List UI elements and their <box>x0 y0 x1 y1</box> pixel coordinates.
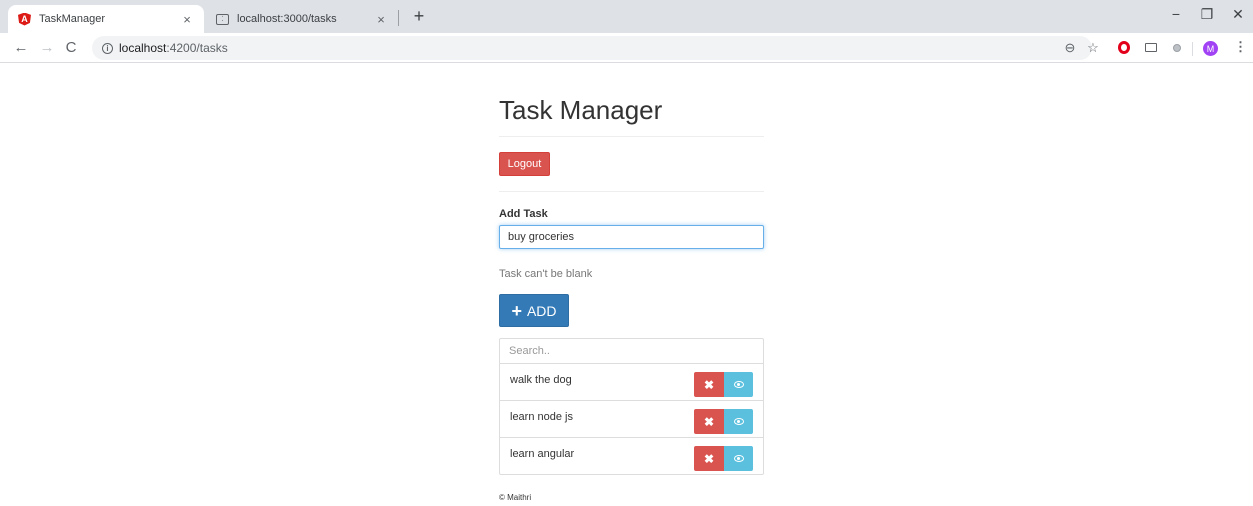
cast-icon[interactable] <box>1145 43 1157 52</box>
tab-taskmanager[interactable]: A TaskManager × <box>8 5 204 33</box>
add-task-button[interactable]: + ADD <box>499 294 569 327</box>
footer-copyright: © Maithri <box>499 493 532 502</box>
new-tab-button[interactable]: + <box>408 6 430 27</box>
tab-localhost-3000[interactable]: ⁚ localhost:3000/tasks × <box>206 5 398 33</box>
extension-icon[interactable] <box>1173 44 1181 52</box>
validation-error: Task can't be blank <box>499 268 593 280</box>
task-list: Search.. walk the dog ✖ learn node js ✖ … <box>499 338 764 475</box>
close-icon[interactable]: × <box>180 12 194 27</box>
toolbar-divider <box>1192 42 1193 56</box>
view-task-button[interactable] <box>724 372 753 397</box>
profile-avatar[interactable]: M <box>1203 41 1218 56</box>
tab-title: TaskManager <box>39 13 106 25</box>
reload-icon[interactable]: C <box>62 39 80 56</box>
site-icon: ⁚ <box>216 13 229 25</box>
browser-tabstrip: A TaskManager × ⁚ localhost:3000/tasks ×… <box>0 0 1253 33</box>
window-close-button[interactable]: ✕ <box>1228 6 1248 23</box>
back-icon[interactable]: ← <box>12 39 30 56</box>
zoom-icon[interactable]: ⊖ <box>1062 40 1078 56</box>
close-icon[interactable]: × <box>374 12 388 27</box>
angular-icon: A <box>18 12 31 26</box>
bookmark-star-icon[interactable]: ☆ <box>1085 40 1101 56</box>
delete-icon: ✖ <box>703 451 715 466</box>
search-input[interactable]: Search.. <box>500 339 763 364</box>
task-row: learn node js ✖ <box>500 401 763 438</box>
view-task-button[interactable] <box>724 409 753 434</box>
task-row: walk the dog ✖ <box>500 364 763 401</box>
tab-divider <box>398 10 399 26</box>
eye-icon <box>733 455 744 462</box>
delete-task-button[interactable]: ✖ <box>694 372 724 397</box>
forward-icon[interactable]: → <box>38 39 56 56</box>
tab-title: localhost:3000/tasks <box>237 13 337 25</box>
minimize-button[interactable]: − <box>1166 6 1186 22</box>
browser-toolbar: ← → C i localhost:4200/tasks ⊖ ☆ M ⋮ <box>0 33 1253 63</box>
divider <box>499 191 764 192</box>
task-row: learn angular ✖ <box>500 438 763 474</box>
menu-icon[interactable]: ⋮ <box>1234 39 1247 55</box>
delete-icon: ✖ <box>703 414 715 429</box>
divider <box>499 136 764 137</box>
delete-icon: ✖ <box>703 377 715 392</box>
eye-icon <box>733 418 744 425</box>
info-icon[interactable]: i <box>102 42 113 54</box>
delete-task-button[interactable]: ✖ <box>694 446 724 471</box>
add-task-label: Add Task <box>499 208 548 220</box>
logout-button[interactable]: Logout <box>499 152 550 176</box>
delete-task-button[interactable]: ✖ <box>694 409 724 434</box>
plus-icon: + <box>511 300 522 321</box>
view-task-button[interactable] <box>724 446 753 471</box>
page-title: Task Manager <box>499 95 663 125</box>
task-text: learn node js <box>510 411 573 423</box>
eye-icon <box>733 381 744 388</box>
address-bar[interactable]: i localhost:4200/tasks <box>92 36 1092 60</box>
url-path: :4200/tasks <box>166 41 228 55</box>
add-button-label: ADD <box>526 302 557 319</box>
task-text: walk the dog <box>510 374 572 386</box>
task-input[interactable]: buy groceries <box>499 225 764 249</box>
task-text: learn angular <box>510 448 575 460</box>
opera-extension-icon[interactable] <box>1118 41 1130 54</box>
url-host: localhost <box>119 41 167 55</box>
maximize-button[interactable]: ❐ <box>1197 6 1217 23</box>
